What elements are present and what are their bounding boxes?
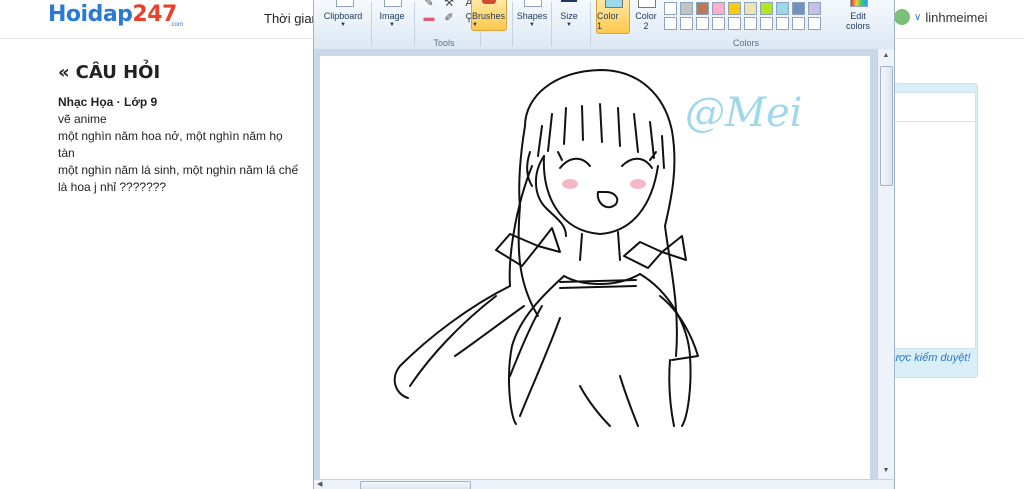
size-icon bbox=[561, 0, 577, 2]
question-line: một nghìn năm hoa nở, một nghìn năm họ bbox=[58, 129, 283, 143]
avatar bbox=[894, 9, 910, 25]
color1-button[interactable]: Color 1 bbox=[596, 0, 630, 34]
answer-panel bbox=[890, 83, 978, 378]
chevron-down-icon: ▼ bbox=[472, 22, 478, 28]
scroll-up-icon[interactable]: ▲ bbox=[878, 52, 894, 59]
vertical-scrollbar[interactable]: ▲ ▼ bbox=[877, 49, 894, 479]
size-label: Size bbox=[560, 11, 578, 21]
brushes-button[interactable]: Brushes ▼ bbox=[471, 0, 507, 31]
question-line: một nghìn năm lá sinh, một nghìn năm lá … bbox=[58, 163, 299, 177]
color-picker-icon[interactable]: ✐ bbox=[442, 12, 456, 24]
colors-label: Colors bbox=[732, 38, 759, 48]
signature: @Mei bbox=[685, 90, 802, 136]
horizontal-scrollbar[interactable]: ◀ bbox=[314, 479, 893, 489]
size-button[interactable]: Size ▼ bbox=[554, 0, 584, 49]
page-title: « CÂU HỎI bbox=[58, 62, 314, 83]
question-line: là hoa j nhỉ ??????? bbox=[58, 180, 167, 194]
double-chevron-left-icon[interactable]: « bbox=[58, 62, 70, 83]
scroll-thumb[interactable] bbox=[360, 481, 471, 489]
question-body: vẽ anime một nghìn năm hoa nở, một nghìn… bbox=[58, 111, 314, 196]
chevron-down-icon: ▼ bbox=[566, 22, 572, 28]
image-icon bbox=[384, 0, 402, 7]
drawing-canvas[interactable]: @Mei bbox=[320, 56, 870, 488]
answer-box[interactable] bbox=[891, 92, 976, 349]
scroll-down-icon[interactable]: ▼ bbox=[878, 467, 894, 474]
blush-left bbox=[562, 179, 578, 189]
blush-right bbox=[630, 179, 646, 189]
color2-label: Color 2 bbox=[635, 11, 657, 31]
clipboard-label: Clipboard bbox=[323, 11, 363, 21]
pencil-icon[interactable]: ✎ bbox=[422, 0, 436, 9]
chevron-down-icon: ▼ bbox=[529, 22, 535, 28]
anime-girl-drawing: @Mei bbox=[393, 69, 802, 427]
shapes-label: Shapes bbox=[516, 11, 548, 21]
edit-colors-icon bbox=[850, 0, 868, 7]
paint-window: Clipboard ▼ Image ▼ ✎ ⚒ A ▬ ✐ ⚲ Tools Br… bbox=[313, 0, 895, 489]
fill-icon[interactable]: ⚒ bbox=[442, 0, 456, 9]
edit-colors-label: Edit colors bbox=[845, 11, 870, 31]
chevron-down-icon: ∨ bbox=[914, 11, 922, 23]
tools-label: Tools bbox=[433, 38, 455, 48]
canvas-area: @Mei bbox=[314, 49, 877, 488]
site-logo[interactable]: Hoidap247 bbox=[48, 2, 177, 27]
brush-icon bbox=[482, 0, 496, 4]
brushes-label: Brushes bbox=[472, 11, 506, 21]
color2-swatch bbox=[638, 0, 656, 8]
shapes-icon bbox=[524, 0, 542, 7]
scroll-thumb[interactable] bbox=[880, 66, 893, 186]
ribbon: Clipboard ▼ Image ▼ ✎ ⚒ A ▬ ✐ ⚲ Tools Br… bbox=[314, 0, 894, 50]
color1-swatch bbox=[605, 0, 623, 8]
logo-text: Hoidap bbox=[48, 2, 133, 27]
question-line: tàn bbox=[58, 146, 75, 160]
question-subject: Nhạc Họa · Lớp 9 bbox=[58, 95, 158, 109]
username: linhmeimei bbox=[925, 9, 988, 25]
clipboard-icon bbox=[336, 0, 354, 7]
logo-domain: .com bbox=[170, 22, 184, 28]
question-block: « CÂU HỎI Nhạc Họa · Lớp 9 vẽ anime một … bbox=[58, 62, 314, 196]
scroll-left-icon[interactable]: ◀ bbox=[317, 480, 322, 488]
chevron-down-icon: ▼ bbox=[340, 22, 346, 28]
question-heading: CÂU HỎI bbox=[75, 62, 161, 83]
eraser-icon[interactable]: ▬ bbox=[422, 12, 436, 24]
user-menu[interactable]: ∨ linhmeimei bbox=[894, 6, 987, 28]
question-line: vẽ anime bbox=[58, 112, 107, 126]
shapes-button[interactable]: Shapes ▼ bbox=[515, 0, 549, 49]
moderation-note: ược kiểm duyệt! bbox=[892, 352, 971, 364]
nav-link-time[interactable]: Thời gian bbox=[264, 11, 319, 26]
clipboard-button[interactable]: Clipboard ▼ bbox=[320, 0, 366, 49]
colors-group: Colors bbox=[664, 0, 828, 49]
color1-label: Color 1 bbox=[597, 11, 619, 31]
edit-colors-button[interactable]: Edit colors bbox=[840, 0, 876, 49]
color2-button[interactable]: Color 2 bbox=[630, 0, 662, 49]
